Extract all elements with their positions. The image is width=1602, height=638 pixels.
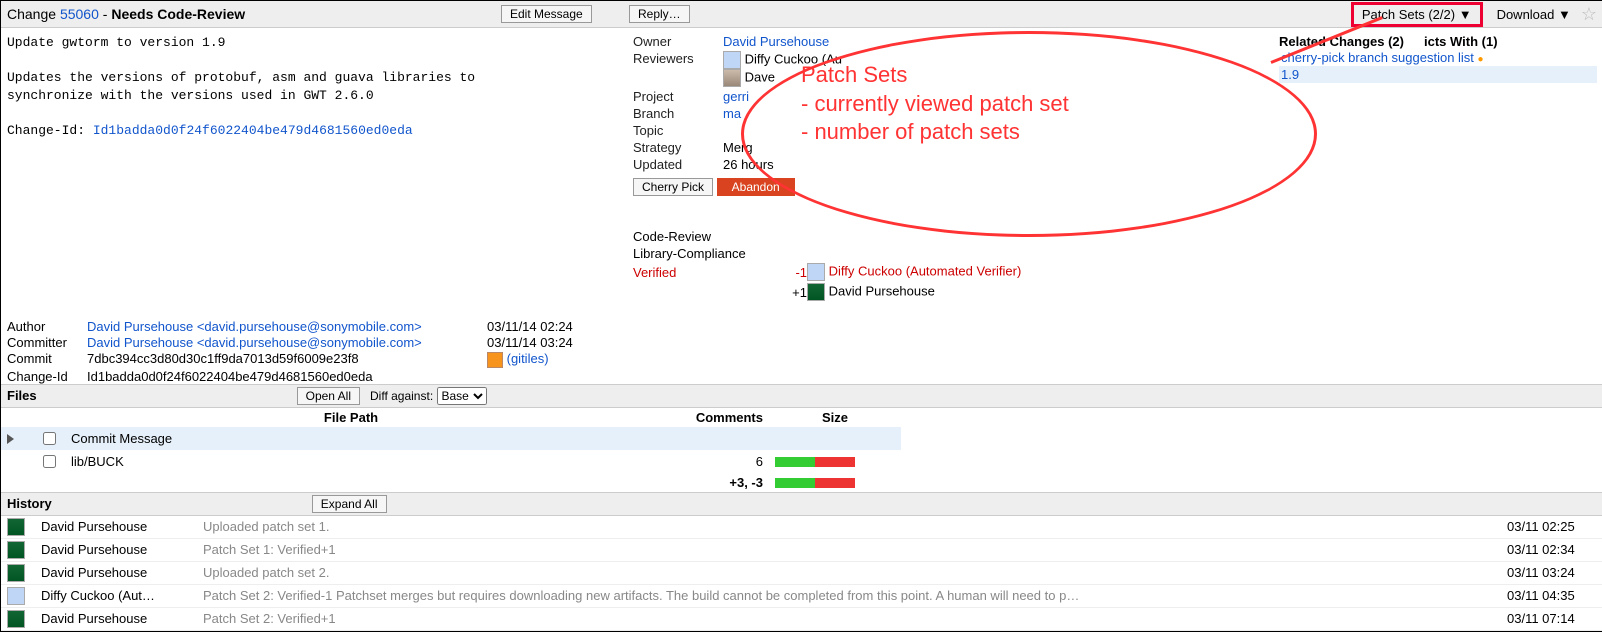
commit-meta: Author David Pursehouse <david.pursehous… [7,319,627,384]
history-row[interactable]: David PursehousePatch Set 2: Verified+10… [1,607,1602,630]
related-column: Related Changes (2) icts With (1) cherry… [1273,28,1602,83]
commit-message: Update gwtorm to version 1.9 Updates the… [7,34,627,139]
history-title: History [7,496,52,511]
avatar-icon [7,610,25,628]
history-date: 03/11 07:14 [1501,607,1602,630]
change-label: Change 55060 - Needs Code-Review [7,6,245,22]
comments-header: Comments [637,408,769,427]
change-status: Needs Code-Review [111,6,245,22]
history-date: 03/11 02:34 [1501,538,1602,561]
file-path-header: File Path [65,408,637,427]
files-title: Files [7,388,37,403]
history-author: David Pursehouse [35,516,197,539]
status-dot-icon: ● [1478,54,1484,65]
history-section-header: History Expand All [1,492,1602,516]
related-changes-tab[interactable]: Related Changes (2) [1279,34,1404,49]
history-row[interactable]: David PursehouseUploaded patch set 2.03/… [1,561,1602,584]
files-section-header: Files Open All Diff against: Base [1,384,1602,408]
avatar-icon [723,69,741,87]
conflicts-with-tab[interactable]: icts With (1) [1424,34,1498,49]
file-checkbox[interactable] [43,432,56,445]
history-row[interactable]: David PursehouseUploaded patch set 1.03/… [1,516,1602,539]
related-change-link[interactable]: cherry-pick branch suggestion list [1281,50,1474,65]
gitiles-link[interactable]: (gitiles) [507,351,549,366]
star-icon[interactable]: ☆ [1581,4,1597,25]
author-label: Author [7,319,87,334]
avatar-icon [723,51,741,69]
comment-count: 6 [637,450,769,473]
files-table: File Path Comments Size Commit Message l… [1,408,901,492]
reviewer-chip[interactable]: Dave [745,69,775,84]
committer-label: Committer [7,335,87,350]
project-label: Project [633,89,723,104]
score-neg1: -1 [773,265,807,280]
verified-label: Verified [633,265,773,280]
open-all-button[interactable]: Open All [297,387,360,405]
commit-column: Update gwtorm to version 1.9 Updates the… [1,28,633,384]
history-message: Uploaded patch set 2. [197,561,1501,584]
library-compliance-label: Library-Compliance [633,246,773,261]
changeid-value: Id1badda0d0f24f6022404be479d4681560ed0ed… [87,369,487,384]
avatar-icon [7,587,25,605]
verifier-name[interactable]: David Pursehouse [829,283,935,298]
diff-totals: +3, -3 [637,473,769,492]
file-link[interactable]: lib/BUCK [65,450,637,473]
diff-against-label: Diff against: [370,389,433,403]
history-author: David Pursehouse [35,538,197,561]
gitiles-icon[interactable] [487,352,503,368]
change-number-link[interactable]: 55060 [60,6,99,22]
size-header: Size [769,408,901,427]
author-date: 03/11/14 02:24 [487,319,607,334]
commit-sha: 7dbc394cc3d80d30c1ff9da7013d59f6009e23f8 [87,351,359,366]
history-author: Diffy Cuckoo (Aut… [35,584,197,607]
avatar-icon [7,564,25,582]
file-checkbox[interactable] [43,455,56,468]
history-message: Patch Set 2: Verified+1 [197,607,1501,630]
score-pos1: +1 [773,285,807,300]
review-labels: Code-Review Library-Compliance Verified … [633,228,1273,302]
file-link[interactable]: Commit Message [65,427,637,450]
avatar-icon [807,283,825,301]
annotation-text: Patch Sets - currently viewed patch set … [801,61,1069,147]
verifier-name[interactable]: Diffy Cuckoo (Automated Verifier) [829,263,1022,278]
change-id-link[interactable]: Id1badda0d0f24f6022404be479d4681560ed0ed… [93,123,413,138]
topic-label: Topic [633,123,723,138]
owner-label: Owner [633,34,723,49]
avatar-icon [7,518,25,536]
history-date: 03/11 02:25 [1501,516,1602,539]
commit-label: Commit [7,351,87,368]
history-date: 03/11 03:24 [1501,561,1602,584]
history-message: Patch Set 2: Verified-1 Patchset merges … [197,584,1501,607]
cherry-pick-button[interactable]: Cherry Pick [633,178,713,196]
history-message: Patch Set 1: Verified+1 [197,538,1501,561]
edit-message-button[interactable]: Edit Message [501,5,592,23]
avatar-icon [7,541,25,559]
diff-size-bar [775,478,855,488]
committer-link[interactable]: David Pursehouse <david.pursehouse@sonym… [87,335,487,350]
changeid-label: Change-Id [7,369,87,384]
expand-icon[interactable] [7,434,14,444]
history-row[interactable]: David PursehousePatch Set 1: Verified+10… [1,538,1602,561]
reviewers-label: Reviewers [633,51,723,87]
history-date: 03/11 04:35 [1501,584,1602,607]
related-change-link[interactable]: 1.9 [1281,67,1299,82]
diff-against-select[interactable]: Base [437,387,487,405]
updated-label: Updated [633,157,723,172]
strategy-label: Strategy [633,140,723,155]
change-prefix: Change [7,6,60,22]
committer-date: 03/11/14 03:24 [487,335,607,350]
branch-label: Branch [633,106,723,121]
history-row[interactable]: Diffy Cuckoo (Aut…Patch Set 2: Verified-… [1,584,1602,607]
avatar-icon [807,263,825,281]
expand-all-button[interactable]: Expand All [312,495,387,513]
reply-button[interactable]: Reply… [629,5,690,23]
history-author: David Pursehouse [35,607,197,630]
history-table: David PursehouseUploaded patch set 1.03/… [1,516,1602,631]
download-dropdown[interactable]: Download ▼ [1497,7,1571,22]
code-review-label: Code-Review [633,229,773,244]
author-link[interactable]: David Pursehouse <david.pursehouse@sonym… [87,319,487,334]
history-message: Uploaded patch set 1. [197,516,1501,539]
diff-size-bar [775,457,855,467]
history-author: David Pursehouse [35,561,197,584]
